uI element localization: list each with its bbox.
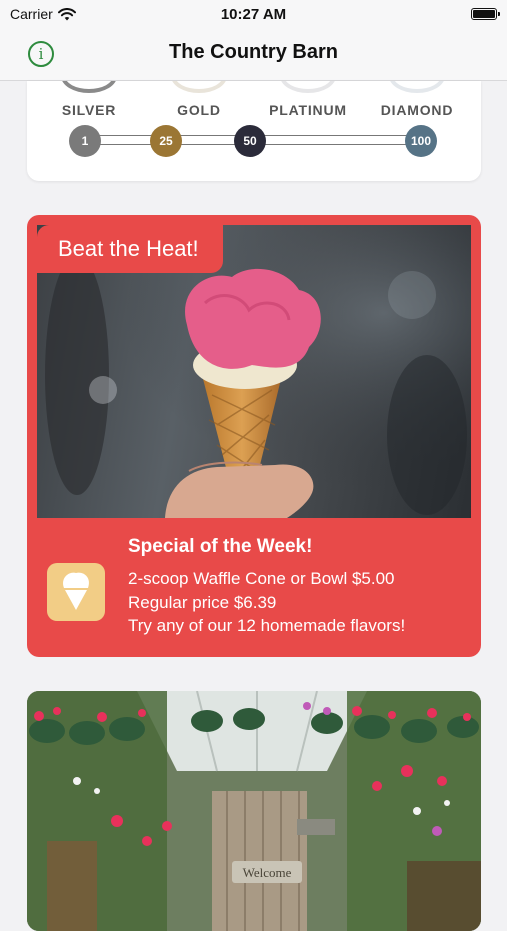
ice-cream-cone-icon <box>63 572 89 610</box>
ice-cream-photo: Beat the Heat! <box>37 225 471 518</box>
promo-tag-label: Beat the Heat! <box>37 225 223 273</box>
status-bar: Carrier 10:27 AM <box>0 0 507 30</box>
milestone-1: 1 <box>69 125 101 157</box>
tier-label-diamond: DIAMOND <box>380 102 454 118</box>
greenhouse-photo-card[interactable]: Welcome <box>27 691 481 931</box>
tier-label-gold: GOLD <box>177 102 221 118</box>
tier-label-silver: SILVER <box>61 102 117 118</box>
milestone-25: 25 <box>150 125 182 157</box>
rewards-tier-card: SILVER GOLD PLATINUM DIAMOND 1 25 50 100 <box>27 81 481 181</box>
welcome-sign-text: Welcome <box>243 865 292 880</box>
status-time: 10:27 AM <box>220 6 287 23</box>
platinum-tier-badge-icon <box>280 81 336 93</box>
battery-icon <box>471 8 500 20</box>
promo-line-offer: 2-scoop Waffle Cone or Bowl $5.00 <box>128 569 395 588</box>
greenhouse-photo: Welcome <box>27 691 481 931</box>
promo-icon-tile <box>47 563 105 621</box>
gold-tier-badge-icon <box>171 81 227 93</box>
page-title: The Country Barn <box>169 41 338 63</box>
navigation-bar: i The Country Barn <box>0 30 507 81</box>
promo-line-regular-price: Regular price $6.39 <box>128 593 277 612</box>
milestone-100: 100 <box>405 125 437 157</box>
tier-label-platinum: PLATINUM <box>269 102 347 118</box>
promo-headline: Special of the Week! <box>128 536 313 557</box>
silver-tier-badge-icon <box>61 81 117 93</box>
diamond-tier-badge-icon <box>389 81 445 93</box>
milestone-50: 50 <box>234 125 266 157</box>
special-promo-card[interactable]: Beat the Heat! Special of the Week! 2-sc… <box>27 215 481 657</box>
promo-line-flavors: Try any of our 12 homemade flavors! <box>128 616 406 635</box>
